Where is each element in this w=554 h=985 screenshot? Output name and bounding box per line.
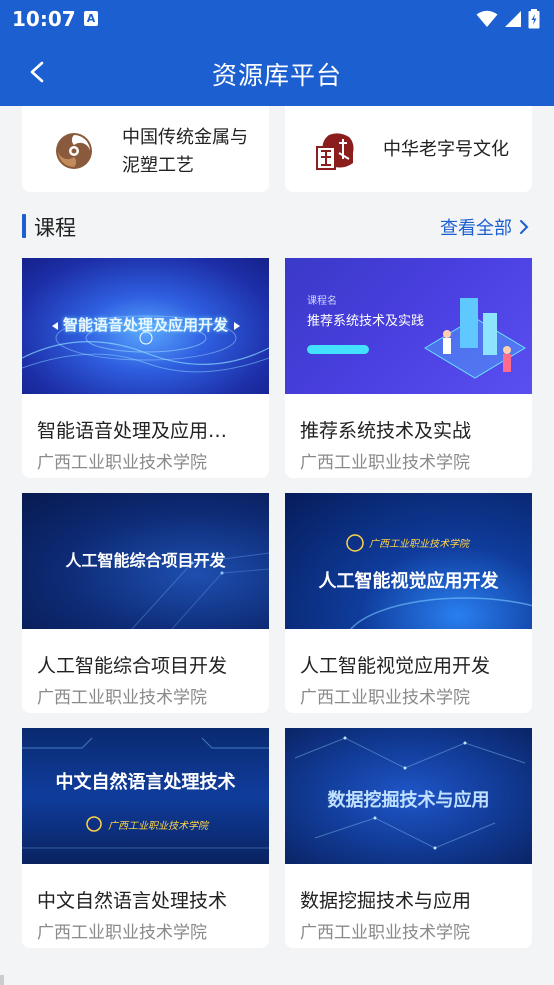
thumbnail-school: 广西工业职业技术学院	[108, 821, 208, 832]
course-thumbnail: 广西工业职业技术学院 人工智能视觉应用开发	[285, 493, 532, 629]
thumbnail-planet-graphic	[346, 534, 532, 629]
course-thumbnail: 课程名 推荐系统技术及实践	[285, 258, 532, 394]
course-school: 广西工业职业技术学院	[37, 453, 207, 473]
course-card[interactable]: 中文自然语言处理技术 广西工业职业技术学院 中文自然语言处理技术 广西工业职业技…	[22, 728, 269, 948]
course-school: 广西工业职业技术学院	[300, 453, 470, 473]
wifi-icon	[476, 10, 498, 27]
category-card-metal-clay[interactable]: 中国传统金属与泥塑工艺	[22, 106, 269, 192]
section-accent-bar	[22, 214, 26, 238]
course-card[interactable]: 课程名 推荐系统技术及实践 推荐系统技术及实战 广西工业职业技术学院	[285, 258, 532, 478]
course-title: 智能语音处理及应用…	[37, 420, 228, 442]
course-title: 推荐系统技术及实战	[300, 420, 472, 442]
thumbnail-isometric-graphic	[424, 298, 526, 379]
battery-icon	[528, 9, 540, 29]
course-thumbnail: 智能语音处理及应用开发	[22, 258, 269, 394]
course-card[interactable]: 广西工业职业技术学院 人工智能视觉应用开发 人工智能视觉应用开发 广西工业职业技…	[285, 493, 532, 713]
metal-craft-logo-icon	[56, 133, 92, 169]
thumbnail-school: 广西工业职业技术学院	[369, 539, 469, 550]
course-thumbnail: 中文自然语言处理技术 广西工业职业技术学院	[22, 728, 269, 864]
status-bar: 10:07 A	[0, 0, 554, 38]
course-school: 广西工业职业技术学院	[300, 923, 470, 943]
app-header: 资源库平台	[0, 38, 554, 106]
course-title: 中文自然语言处理技术	[37, 890, 228, 912]
thumbnail-title: 智能语音处理及应用开发	[62, 316, 228, 334]
course-school: 广西工业职业技术学院	[300, 688, 470, 708]
course-school: 广西工业职业技术学院	[37, 688, 207, 708]
scroll-edge-indicator	[0, 975, 4, 985]
course-title: 数据挖掘技术与应用	[300, 890, 472, 912]
thumbnail-title: 数据挖掘技术与应用	[327, 790, 490, 811]
page-title: 资源库平台	[211, 61, 342, 90]
course-card[interactable]: 数据挖掘技术与应用 数据挖掘技术与应用 广西工业职业技术学院	[285, 728, 532, 948]
course-card[interactable]: 人工智能综合项目开发 人工智能综合项目开发 广西工业职业技术学院	[22, 493, 269, 713]
category-name: 中华老字号文化	[383, 139, 509, 160]
chevron-right-icon	[520, 220, 529, 234]
course-thumbnail: 数据挖掘技术与应用	[285, 728, 532, 864]
school-emblem-icon	[86, 816, 102, 832]
status-time: 10:07	[12, 7, 76, 31]
status-icons	[476, 9, 540, 29]
course-title: 人工智能视觉应用开发	[300, 655, 491, 677]
notification-icon: A	[84, 11, 98, 26]
view-all-link[interactable]: 查看全部	[440, 214, 530, 240]
course-card[interactable]: 智能语音处理及应用开发 智能语音处理及应用… 广西工业职业技术学院	[22, 258, 269, 478]
thumbnail-title: 人工智能综合项目开发	[65, 551, 226, 570]
course-thumbnail: 人工智能综合项目开发	[22, 493, 269, 629]
signal-icon	[505, 11, 521, 27]
thumbnail-title: 中文自然语言处理技术	[55, 772, 236, 793]
section-title: 课程	[34, 216, 76, 240]
course-section-header: 课程 查看全部	[22, 208, 532, 244]
featured-categories: 中国传统金属与泥塑工艺 中华老字号文化	[22, 106, 532, 192]
course-school: 广西工业职业技术学院	[37, 923, 207, 943]
thumbnail-title: 人工智能视觉应用开发	[318, 571, 499, 592]
category-card-time-honored-brands[interactable]: 中华老字号文化	[285, 106, 532, 192]
school-emblem-icon	[346, 534, 364, 552]
time-honored-seal-logo-icon	[316, 133, 354, 170]
category-name: 中国传统金属与泥塑工艺	[122, 127, 248, 176]
thumbnail-tech-graphic	[22, 737, 269, 849]
view-all-label: 查看全部	[440, 218, 512, 239]
course-title: 人工智能综合项目开发	[37, 655, 228, 677]
